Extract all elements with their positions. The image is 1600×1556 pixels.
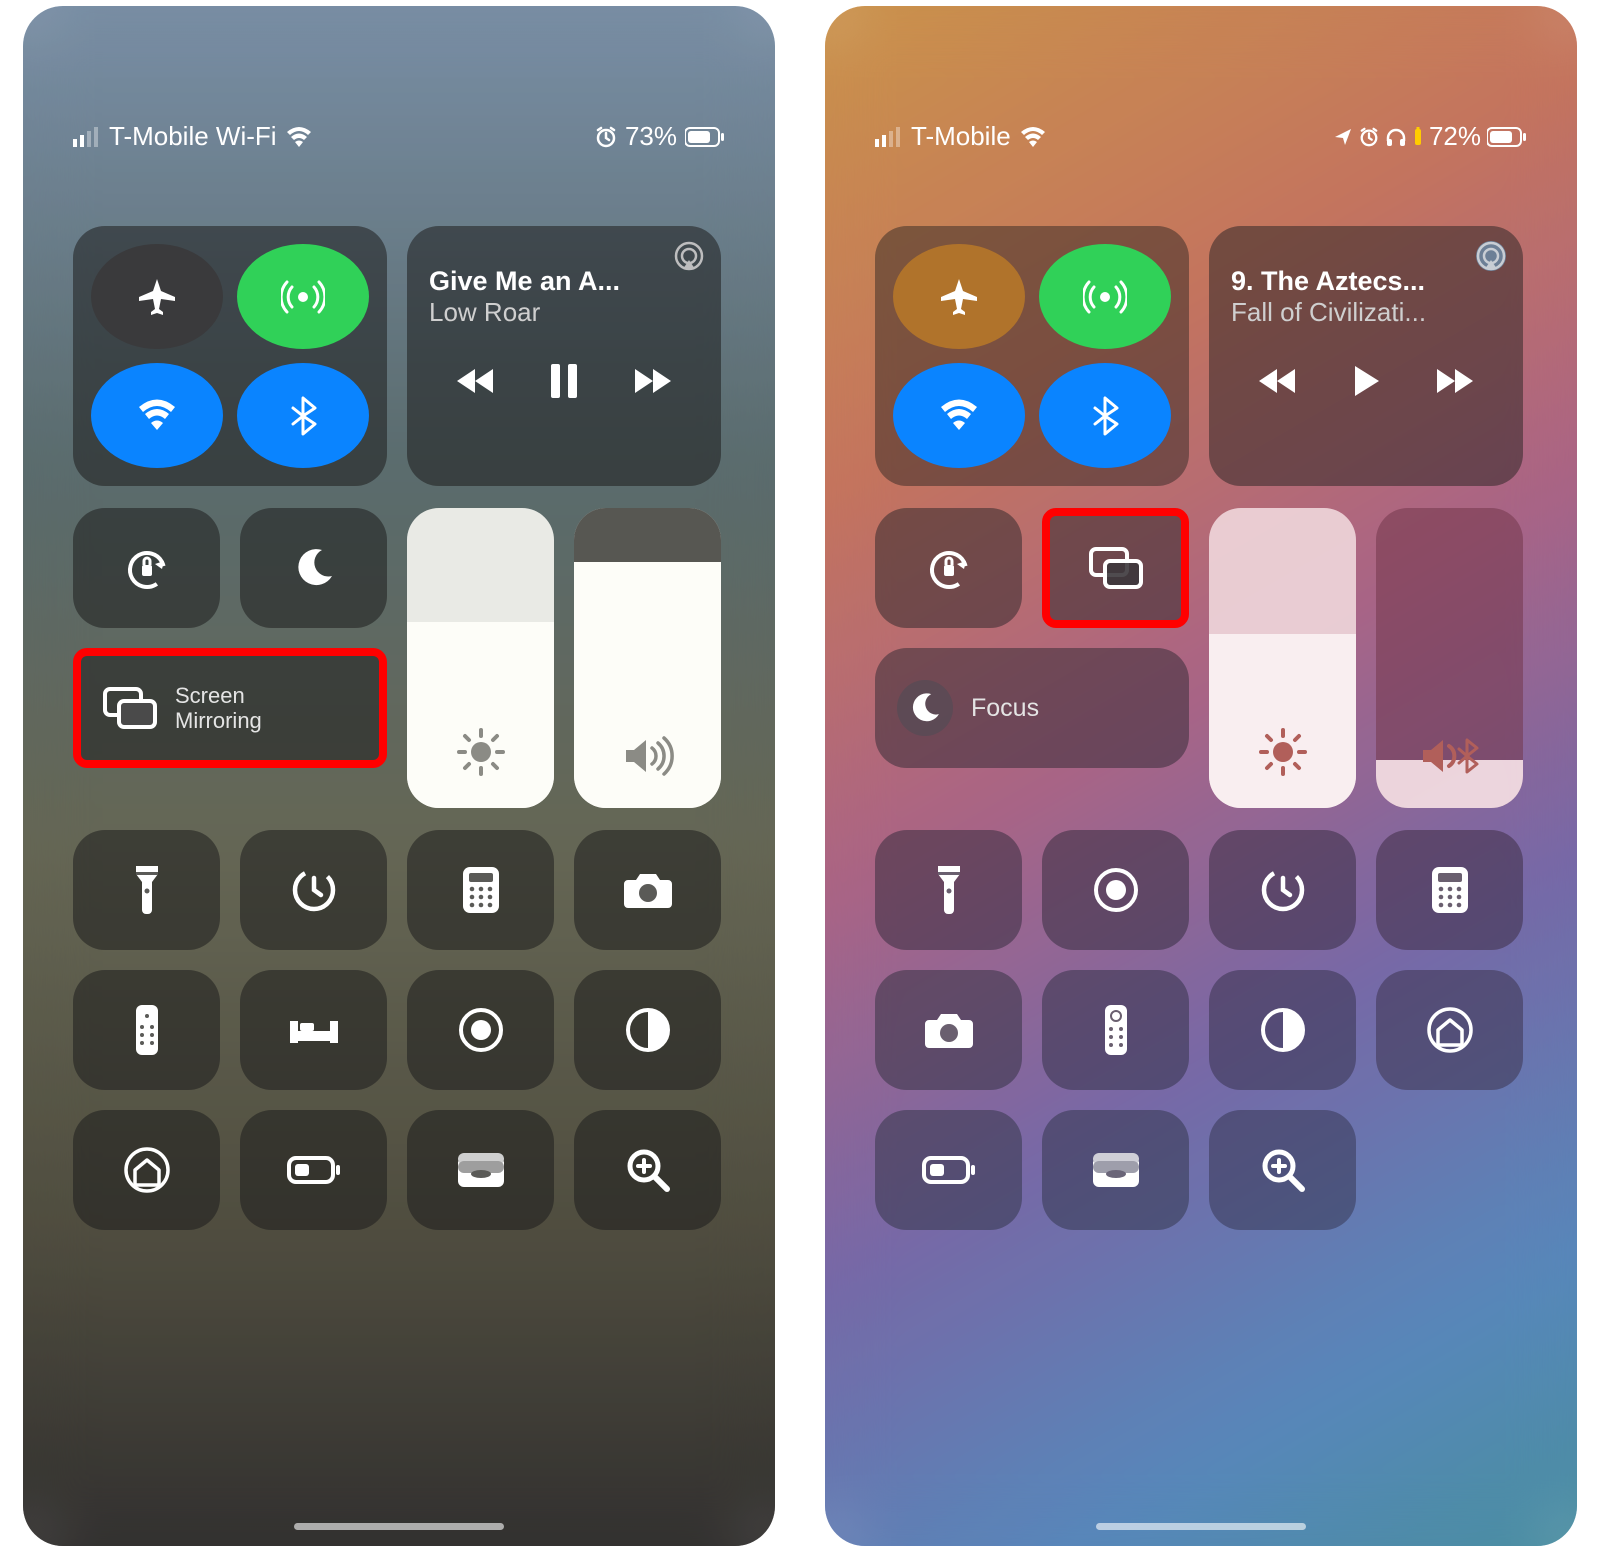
connectivity-module[interactable]	[875, 226, 1189, 486]
wallet-button[interactable]	[1042, 1110, 1189, 1230]
wallet-button[interactable]	[407, 1110, 554, 1230]
volume-icon	[622, 734, 674, 778]
airplay-icon[interactable]	[1473, 238, 1509, 274]
fast-forward-button[interactable]	[631, 366, 673, 396]
flashlight-button[interactable]	[875, 830, 1022, 950]
battery-warning-icon	[1413, 127, 1423, 147]
alarm-icon	[595, 126, 617, 148]
home-button[interactable]	[1376, 970, 1523, 1090]
magnifier-button[interactable]	[1209, 1110, 1356, 1230]
location-icon	[1333, 127, 1353, 147]
camera-button[interactable]	[574, 830, 721, 950]
focus-label: Focus	[971, 694, 1039, 723]
calculator-button[interactable]	[407, 830, 554, 950]
phone-screenshot-2: T-Mobile 72% 9. The Aztecs... Fall of Ci…	[825, 6, 1577, 1546]
wifi-button[interactable]	[91, 363, 223, 468]
timer-button[interactable]	[240, 830, 387, 950]
battery-percent: 73%	[625, 121, 677, 152]
rotation-lock-button[interactable]	[875, 508, 1022, 628]
play-button[interactable]	[1351, 364, 1381, 398]
status-bar: T-Mobile 72%	[825, 6, 1577, 166]
wifi-icon	[1019, 126, 1047, 148]
brightness-slider[interactable]	[1209, 508, 1356, 808]
calculator-button[interactable]	[1376, 830, 1523, 950]
bluetooth-button[interactable]	[1039, 363, 1171, 468]
alarm-icon	[1359, 127, 1379, 147]
dark-mode-button[interactable]	[1209, 970, 1356, 1090]
status-bar: T-Mobile Wi-Fi 73%	[23, 6, 775, 166]
media-title: 9. The Aztecs...	[1231, 244, 1501, 297]
screen-record-button[interactable]	[407, 970, 554, 1090]
headphones-icon	[1385, 127, 1407, 147]
low-power-mode-button[interactable]	[240, 1110, 387, 1230]
home-indicator[interactable]	[294, 1523, 504, 1530]
wifi-icon	[285, 126, 313, 148]
cell-signal-icon	[73, 127, 101, 147]
battery-icon	[685, 127, 725, 147]
battery-icon	[1487, 127, 1527, 147]
brightness-icon	[1257, 726, 1309, 778]
connectivity-module[interactable]	[73, 226, 387, 486]
battery-percent: 72%	[1429, 121, 1481, 152]
home-button[interactable]	[73, 1110, 220, 1230]
airplane-mode-button[interactable]	[91, 244, 223, 349]
apple-tv-remote-button[interactable]	[1042, 970, 1189, 1090]
rewind-button[interactable]	[455, 366, 497, 396]
rotation-lock-button[interactable]	[73, 508, 220, 628]
bluetooth-button[interactable]	[237, 363, 369, 468]
fast-forward-button[interactable]	[1433, 366, 1475, 396]
wifi-button[interactable]	[893, 363, 1025, 468]
apple-tv-remote-button[interactable]	[73, 970, 220, 1090]
airplay-icon[interactable]	[671, 238, 707, 274]
cell-signal-icon	[875, 127, 903, 147]
focus-button[interactable]: Focus	[875, 648, 1189, 768]
phone-screenshot-1: T-Mobile Wi-Fi 73% Give Me an A... Low R…	[23, 6, 775, 1546]
screen-record-button[interactable]	[1042, 830, 1189, 950]
brightness-icon	[455, 726, 507, 778]
toggle-grid	[73, 830, 725, 1230]
toggle-grid	[875, 830, 1527, 1230]
low-power-mode-button[interactable]	[875, 1110, 1022, 1230]
brightness-slider[interactable]	[407, 508, 554, 808]
screen-mirroring-button[interactable]	[1042, 508, 1189, 628]
carrier-label: T-Mobile	[911, 121, 1011, 152]
sleep-button[interactable]	[240, 970, 387, 1090]
now-playing-module[interactable]: Give Me an A... Low Roar	[407, 226, 721, 486]
home-indicator[interactable]	[1096, 1523, 1306, 1530]
flashlight-button[interactable]	[73, 830, 220, 950]
volume-bluetooth-icon	[1419, 734, 1481, 778]
media-subtitle: Fall of Civilizati...	[1231, 297, 1501, 328]
volume-slider[interactable]	[574, 508, 721, 808]
volume-slider[interactable]	[1376, 508, 1523, 808]
carrier-label: T-Mobile Wi-Fi	[109, 121, 277, 152]
screen-mirroring-icon	[103, 687, 157, 729]
dark-mode-button[interactable]	[574, 970, 721, 1090]
screen-mirroring-icon	[1089, 547, 1143, 589]
magnifier-button[interactable]	[574, 1110, 721, 1230]
screen-mirroring-label: ScreenMirroring	[175, 683, 262, 734]
timer-button[interactable]	[1209, 830, 1356, 950]
airplane-mode-button[interactable]	[893, 244, 1025, 349]
media-subtitle: Low Roar	[429, 297, 699, 328]
cellular-data-button[interactable]	[237, 244, 369, 349]
camera-button[interactable]	[875, 970, 1022, 1090]
pause-button[interactable]	[549, 364, 579, 398]
media-title: Give Me an A...	[429, 244, 699, 297]
rewind-button[interactable]	[1257, 366, 1299, 396]
now-playing-module[interactable]: 9. The Aztecs... Fall of Civilizati...	[1209, 226, 1523, 486]
do-not-disturb-button[interactable]	[240, 508, 387, 628]
screen-mirroring-button[interactable]: ScreenMirroring	[73, 648, 387, 768]
moon-icon	[897, 680, 953, 736]
cellular-data-button[interactable]	[1039, 244, 1171, 349]
